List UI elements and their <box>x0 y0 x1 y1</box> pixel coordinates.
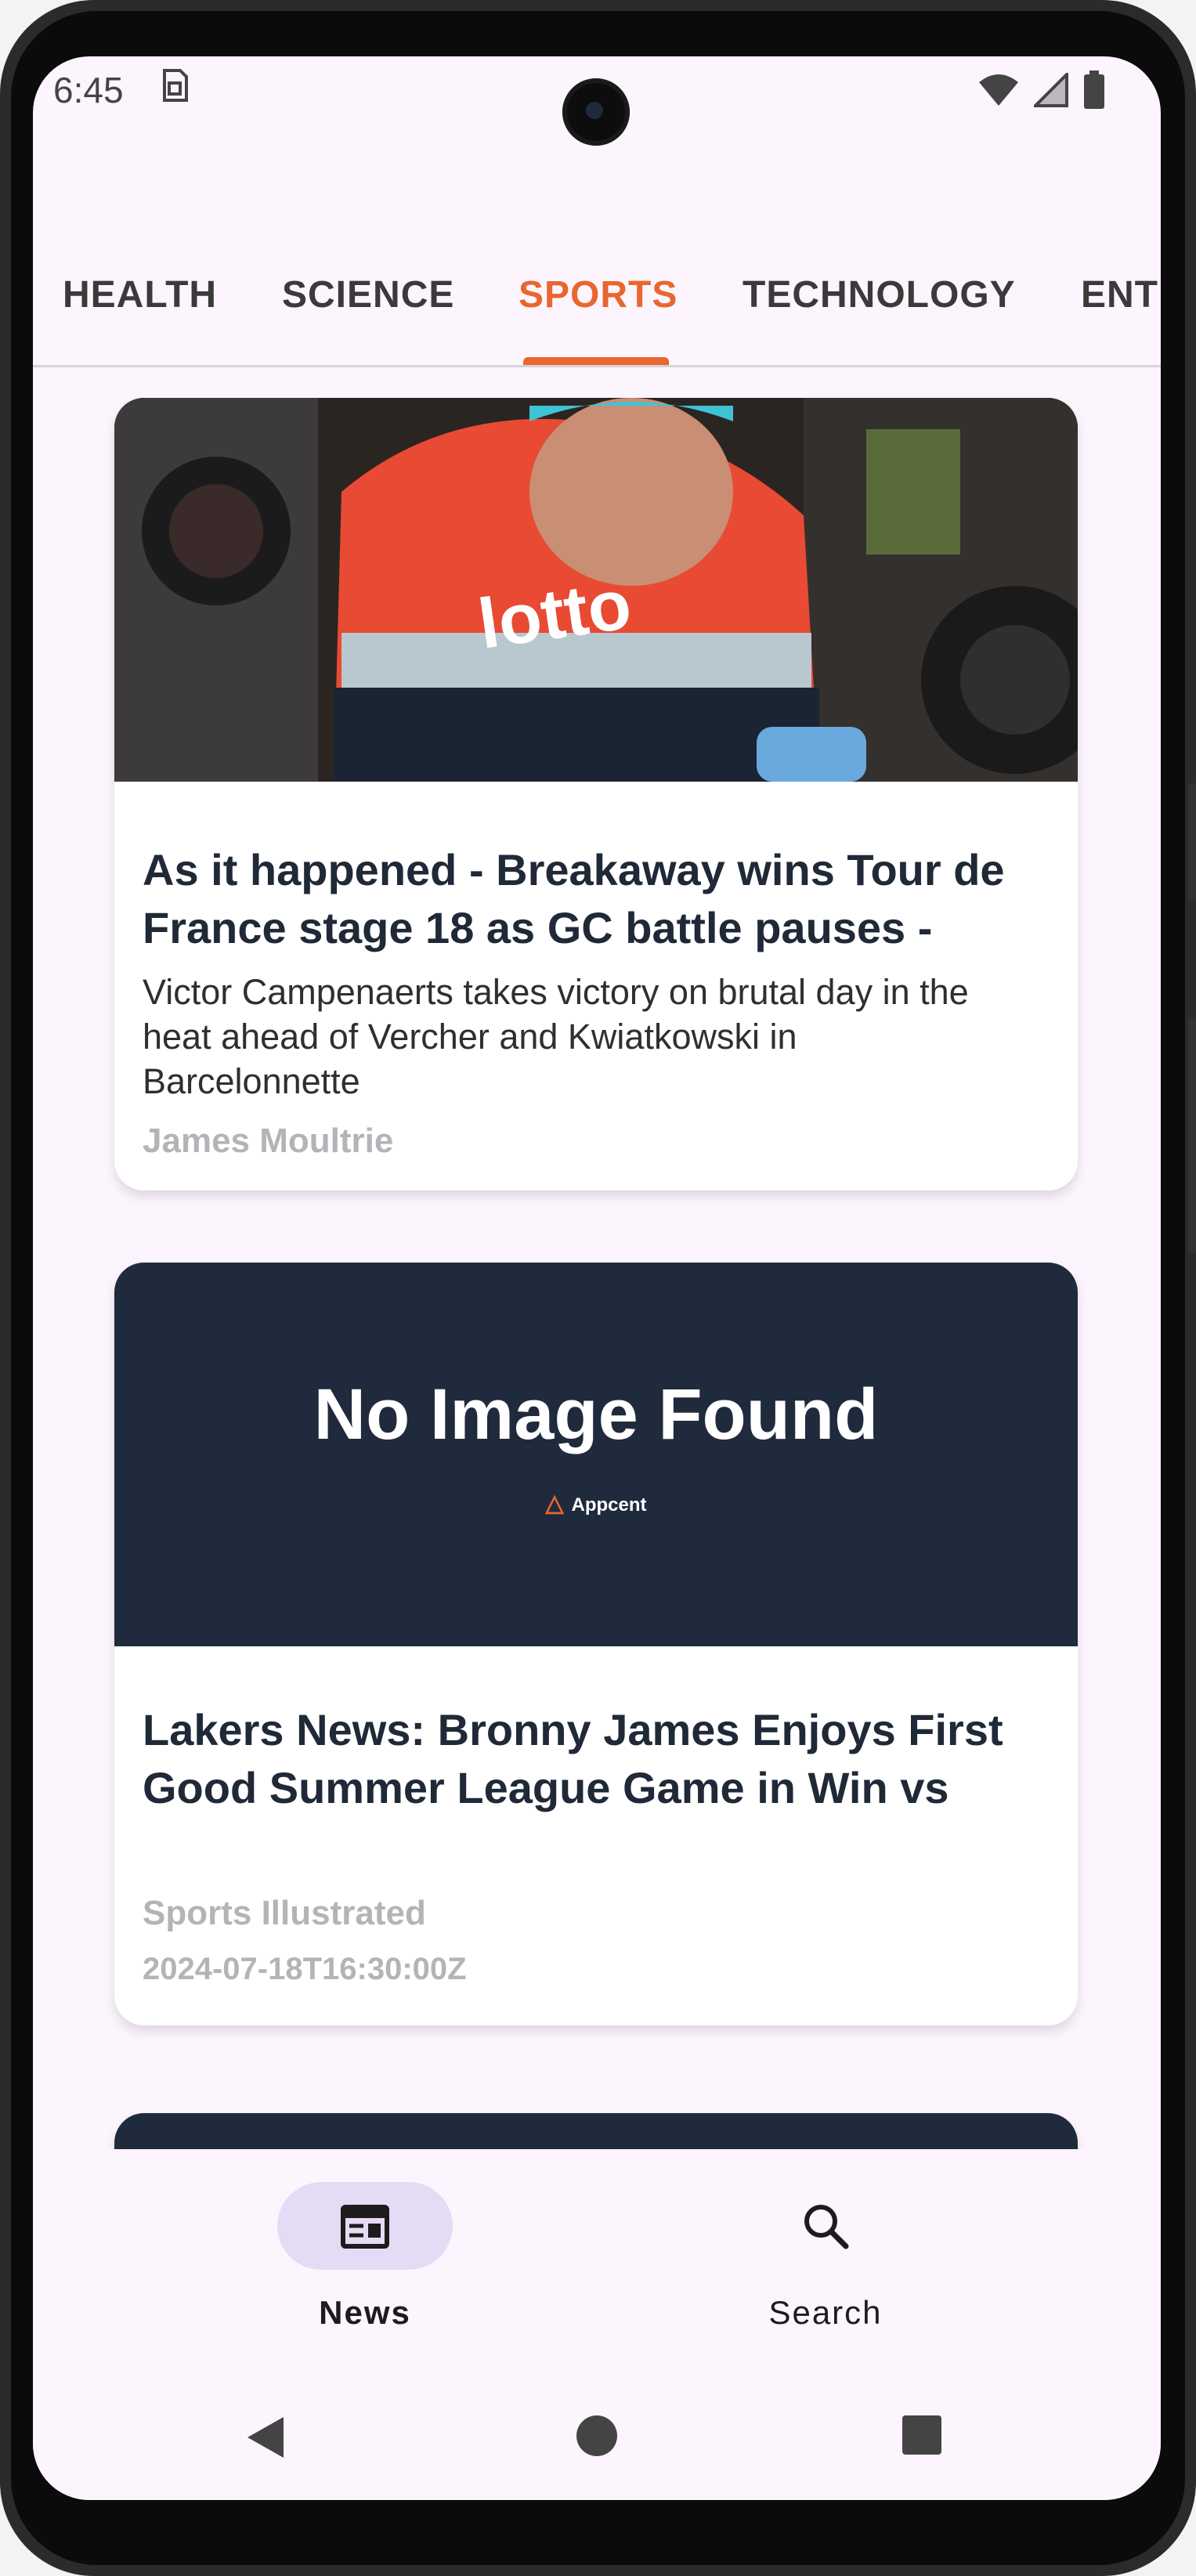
article-title: Lakers News: Bronny James Enjoys First G… <box>143 1705 1003 1812</box>
status-bar: 6:45 <box>33 56 1161 174</box>
tab-sports[interactable]: SPORTS <box>519 252 677 365</box>
battery-icon <box>1084 70 1104 109</box>
recents-icon[interactable] <box>901 2414 943 2456</box>
placeholder-text: No Image Found <box>313 1375 879 1454</box>
article-description: Victor Campenaerts takes victory on brut… <box>143 972 969 1101</box>
wifi-icon <box>979 74 1018 106</box>
power-button <box>1188 1018 1196 1253</box>
article-card[interactable]: lotto As it happened - Breakaway wins To… <box>114 398 1078 1190</box>
home-icon[interactable] <box>575 2414 619 2458</box>
appcent-logo: △ Appcent <box>114 1490 1078 1517</box>
article-author: James Moultrie <box>143 1122 394 1160</box>
category-tabs: HEALTH SCIENCE SPORTS TECHNOLOGY ENTI <box>33 252 1161 367</box>
status-time: 6:45 <box>53 70 124 110</box>
tab-science[interactable]: SCIENCE <box>282 252 454 365</box>
tab-health[interactable]: HEALTH <box>63 252 217 365</box>
newspaper-icon <box>341 2205 389 2249</box>
screen: 6:45 HEALTH SCIENCE SPORTS TECHNOLOGY EN… <box>33 56 1161 2500</box>
nav-news-label: News <box>319 2294 411 2331</box>
volume-button <box>1188 783 1196 901</box>
search-icon <box>804 2205 849 2249</box>
system-navigation-bar <box>33 2375 1161 2500</box>
no-image-placeholder: No Image Found △ Appcent <box>114 1263 1078 1646</box>
appcent-logo-icon: △ <box>545 1490 564 1516</box>
tab-entertainment[interactable]: ENTI <box>1081 252 1161 365</box>
article-image: lotto <box>114 398 1078 782</box>
active-tab-indicator <box>523 357 669 365</box>
status-icons <box>977 70 1106 110</box>
device-frame: 6:45 HEALTH SCIENCE SPORTS TECHNOLOGY EN… <box>0 0 1196 2576</box>
signal-icon <box>1034 73 1068 107</box>
article-card[interactable]: No Image Found △ Appcent Lakers News: Bro… <box>114 1263 1078 2025</box>
tab-technology[interactable]: TECHNOLOGY <box>743 252 1016 365</box>
article-title: As it happened - Breakaway wins Tour de … <box>143 845 1005 952</box>
back-icon[interactable] <box>243 2414 287 2461</box>
appcent-logo-text: Appcent <box>571 1494 647 1516</box>
sim-icon <box>158 67 190 112</box>
nav-search-label: Search <box>768 2294 883 2331</box>
article-list[interactable]: lotto As it happened - Breakaway wins To… <box>33 367 1161 2215</box>
article-published-at: 2024-07-18T16:30:00Z <box>143 1952 467 1986</box>
article-author: Sports Illustrated <box>143 1894 426 1932</box>
front-camera <box>562 78 630 146</box>
